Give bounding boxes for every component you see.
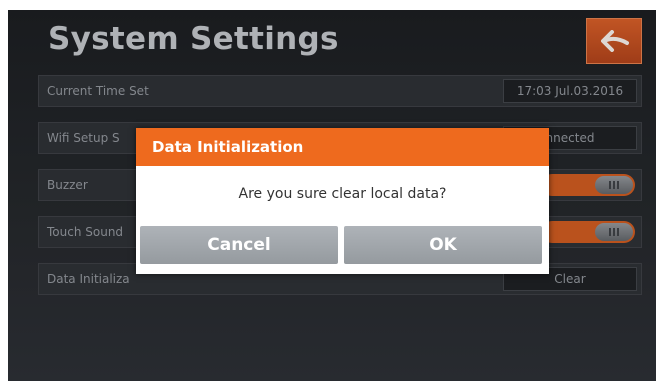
dialog-title: Data Initialization	[152, 138, 304, 156]
data-init-dialog: Data Initialization Are you sure clear l…	[136, 128, 549, 274]
cancel-button[interactable]: Cancel	[140, 226, 338, 264]
dialog-message: Are you sure clear local data?	[238, 186, 447, 202]
dialog-header: Data Initialization	[136, 128, 549, 166]
ok-button[interactable]: OK	[344, 226, 542, 264]
system-settings-screen: System Settings Current Time Set 17:03 J…	[8, 10, 656, 381]
